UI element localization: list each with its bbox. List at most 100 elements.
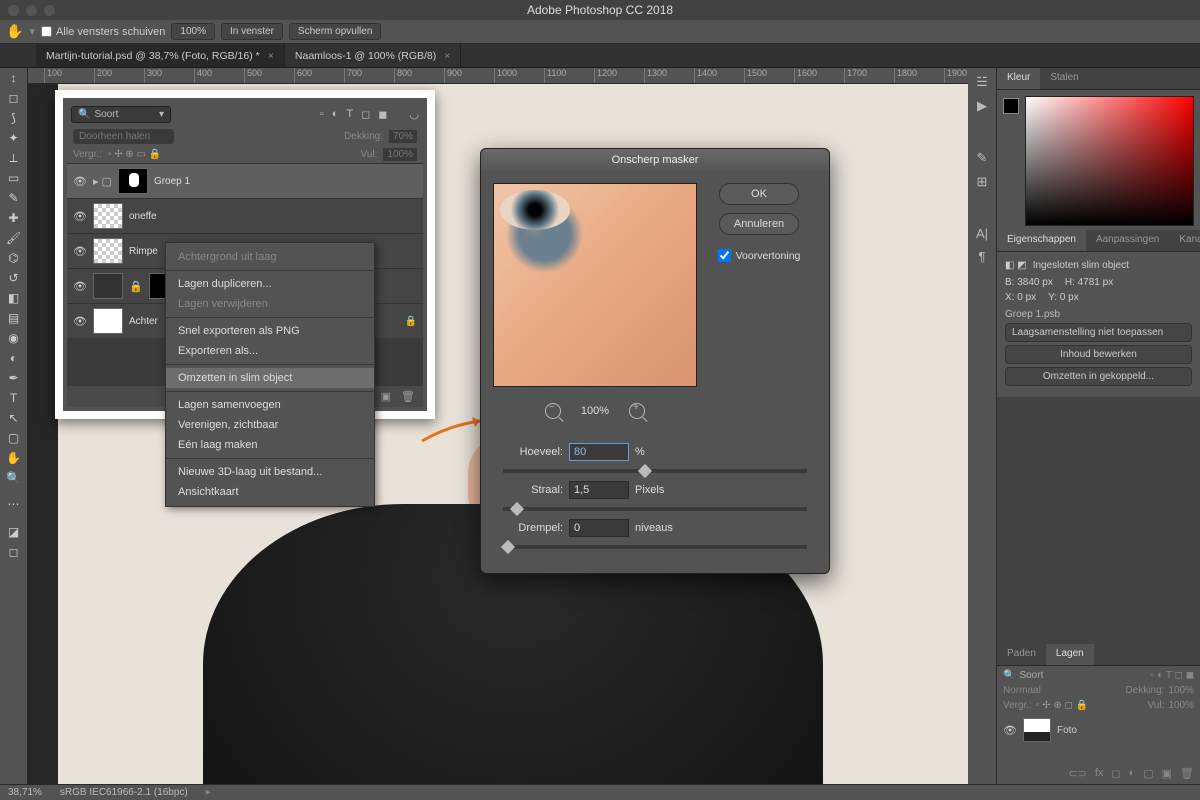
window-controls[interactable]: [0, 5, 55, 16]
amount-slider[interactable]: [503, 469, 807, 473]
menu-item[interactable]: Lagen dupliceren...: [166, 274, 374, 294]
eyedropper-tool-icon[interactable]: ✎: [2, 188, 26, 208]
gradient-tool-icon[interactable]: ▤: [2, 308, 26, 328]
zoom-100-button[interactable]: 100%: [171, 23, 215, 40]
menu-item[interactable]: Nieuwe 3D-laag uit bestand...: [166, 462, 374, 482]
menu-item[interactable]: Snel exporteren als PNG: [166, 321, 374, 341]
dodge-tool-icon[interactable]: ◐: [2, 348, 26, 368]
properties-panel-tabs[interactable]: Eigenschappen Aanpassingen Kanalen: [997, 230, 1200, 252]
shape-tool-icon[interactable]: ▢: [2, 428, 26, 448]
character-icon[interactable]: A|: [976, 226, 988, 241]
threshold-slider[interactable]: [503, 545, 807, 549]
dialog-title[interactable]: Onscherp masker: [481, 149, 829, 171]
filter-type-icon[interactable]: T: [346, 108, 353, 121]
tab-properties[interactable]: Eigenschappen: [997, 230, 1086, 251]
move-tool-icon[interactable]: ↕: [2, 68, 26, 88]
amount-input[interactable]: [569, 443, 629, 461]
document-tab[interactable]: Naamloos-1 @ 100% (RGB/8)×: [285, 44, 462, 67]
hand-tool-icon[interactable]: ✋: [6, 23, 23, 40]
brush-tool-icon[interactable]: 🖌: [2, 228, 26, 248]
layer-row[interactable]: 👁 oneffe: [67, 198, 423, 233]
color-panel[interactable]: [997, 90, 1200, 230]
menu-item[interactable]: Omzetten in slim object: [166, 368, 374, 388]
visibility-icon[interactable]: 👁: [73, 210, 87, 223]
convert-linked-button[interactable]: Omzetten in gekoppeld...: [1005, 367, 1192, 386]
layer-name[interactable]: Foto: [1057, 725, 1077, 736]
scroll-all-windows-checkbox[interactable]: Alle vensters schuiven: [41, 26, 165, 38]
stamp-tool-icon[interactable]: ⌬: [2, 248, 26, 268]
path-tool-icon[interactable]: ↖: [2, 408, 26, 428]
filter-adjust-icon[interactable]: ◐: [332, 108, 339, 121]
history-brush-icon[interactable]: ↺: [2, 268, 26, 288]
menu-item[interactable]: Lagen samenvoegen: [166, 395, 374, 415]
tab-layers[interactable]: Lagen: [1046, 644, 1094, 665]
pen-tool-icon[interactable]: ✒: [2, 368, 26, 388]
paragraph-icon[interactable]: ¶: [979, 249, 986, 264]
layer-comp-button[interactable]: Laagsamenstelling niet toepassen: [1005, 323, 1192, 342]
tab-channels[interactable]: Kanalen: [1169, 230, 1200, 251]
context-menu[interactable]: Achtergrond uit laagLagen dupliceren...L…: [165, 242, 375, 507]
color-field[interactable]: [1025, 96, 1194, 226]
lasso-tool-icon[interactable]: ⟆: [2, 108, 26, 128]
type-tool-icon[interactable]: T: [2, 388, 26, 408]
tab-color[interactable]: Kleur: [997, 68, 1040, 89]
brush-settings-icon[interactable]: ⊞: [977, 174, 988, 190]
eraser-tool-icon[interactable]: ◧: [2, 288, 26, 308]
layer-row[interactable]: 👁 ▸ ▢ Groep 1: [67, 163, 423, 198]
close-icon[interactable]: ×: [268, 50, 274, 62]
zoom-in-icon[interactable]: [629, 403, 645, 419]
color-toggle-icon[interactable]: ◪: [2, 522, 26, 542]
radius-input[interactable]: [569, 481, 629, 499]
history-icon[interactable]: ☱: [976, 74, 988, 90]
heal-tool-icon[interactable]: ✚: [2, 208, 26, 228]
edit-toolbar-icon[interactable]: ⋯: [2, 494, 26, 514]
layers-panel-tabs[interactable]: Paden Lagen: [997, 644, 1200, 666]
filter-image-icon[interactable]: ▫: [320, 108, 324, 121]
tab-swatches[interactable]: Stalen: [1040, 68, 1088, 89]
layer-thumb[interactable]: [1023, 718, 1051, 742]
blend-mode[interactable]: Normaal: [1003, 685, 1041, 696]
edit-contents-button[interactable]: Inhoud bewerken: [1005, 345, 1192, 364]
filter-smart-icon[interactable]: ◼: [378, 108, 387, 121]
marquee-tool-icon[interactable]: ◻: [2, 88, 26, 108]
filter-shape-icon[interactable]: ◻: [361, 108, 370, 121]
color-panel-tabs[interactable]: Kleur Stalen: [997, 68, 1200, 90]
blend-mode-float[interactable]: Doorheen halen: [73, 129, 174, 144]
tab-paths[interactable]: Paden: [997, 644, 1046, 665]
fill-screen-button[interactable]: Scherm opvullen: [289, 23, 381, 40]
visibility-icon[interactable]: 👁: [73, 245, 87, 258]
quickmask-icon[interactable]: ◻: [2, 542, 26, 562]
menu-item[interactable]: Verenigen, zichtbaar: [166, 415, 374, 435]
wand-tool-icon[interactable]: ✦: [2, 128, 26, 148]
layer-filter-type[interactable]: Soort: [1019, 670, 1043, 681]
fit-window-button[interactable]: In venster: [221, 23, 283, 40]
visibility-icon[interactable]: 👁: [73, 315, 87, 328]
close-icon[interactable]: ×: [444, 50, 450, 62]
crop-tool-icon[interactable]: ⟂: [2, 148, 26, 168]
tools-panel[interactable]: ↕ ◻ ⟆ ✦ ⟂ ▭ ✎ ✚ 🖌 ⌬ ↺ ◧ ▤ ◉ ◐ ✒ T ↖ ▢ ✋ …: [0, 68, 28, 784]
dialog-preview[interactable]: [493, 183, 697, 387]
document-tab[interactable]: Martijn-tutorial.psd @ 38,7% (Foto, RGB/…: [36, 44, 285, 67]
visibility-icon[interactable]: 👁: [1003, 724, 1017, 737]
threshold-input[interactable]: [569, 519, 629, 537]
layers-footer[interactable]: ⊂⊃fx◻◐▢▣🗑: [1003, 767, 1194, 780]
visibility-icon[interactable]: 👁: [73, 280, 87, 293]
blur-tool-icon[interactable]: ◉: [2, 328, 26, 348]
menu-item[interactable]: Ansichtkaart: [166, 482, 374, 502]
radius-slider[interactable]: [503, 507, 807, 511]
visibility-icon[interactable]: 👁: [73, 175, 87, 188]
cancel-button[interactable]: Annuleren: [719, 213, 799, 235]
actions-icon[interactable]: ▶: [977, 98, 987, 114]
tab-adjustments[interactable]: Aanpassingen: [1086, 230, 1169, 251]
filter-toggle-icon[interactable]: ◡: [409, 108, 419, 121]
preview-checkbox[interactable]: Voorvertoning: [718, 249, 801, 262]
brushes-icon[interactable]: ✎: [977, 150, 988, 166]
zoom-level[interactable]: 38,71%: [8, 787, 42, 798]
menu-item[interactable]: Exporteren als...: [166, 341, 374, 361]
layer-row-foto[interactable]: 👁 Foto: [1003, 715, 1194, 745]
lock-icon[interactable]: 🔒: [405, 316, 417, 327]
zoom-out-icon[interactable]: [545, 403, 561, 419]
zoom-tool-icon[interactable]: 🔍: [2, 468, 26, 488]
layer-filter[interactable]: 🔍 Soort ▾: [71, 106, 171, 123]
ok-button[interactable]: OK: [719, 183, 799, 205]
